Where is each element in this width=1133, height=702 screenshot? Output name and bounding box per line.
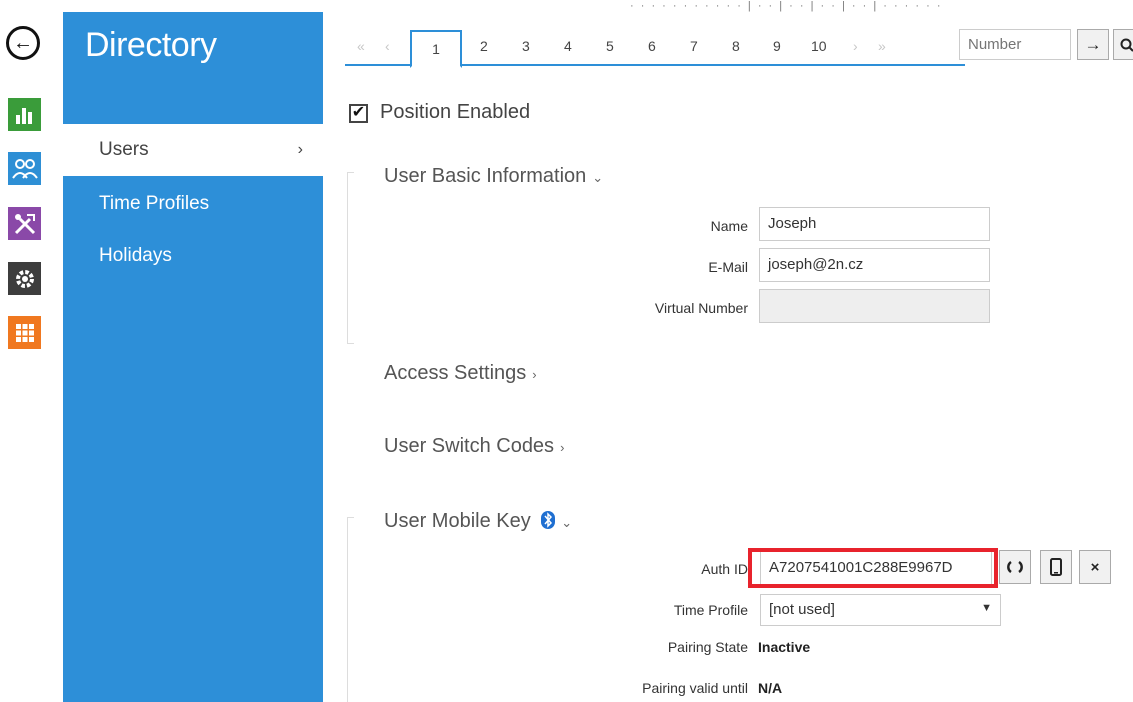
- page-button[interactable]: 6: [648, 38, 656, 54]
- virtual-number-field: [759, 289, 990, 323]
- users-icon[interactable]: [8, 152, 41, 185]
- pager: « ‹ 1 2 3 4 5 6 7 8 9 10 › »: [345, 26, 965, 68]
- sidebar-item-time-profiles[interactable]: Time Profiles: [63, 178, 323, 230]
- sidebar-title: Directory: [85, 26, 217, 64]
- header-clipped-text: · · · · · · · · · · · | · · | · · | · · …: [630, 0, 943, 12]
- name-field[interactable]: Joseph: [759, 207, 990, 241]
- next-page-button[interactable]: ›: [853, 38, 858, 54]
- clear-button[interactable]: ×: [1079, 550, 1111, 584]
- chevron-right-icon: ›: [532, 367, 537, 382]
- section-access-settings-header[interactable]: Access Settings ›: [384, 362, 537, 385]
- page-number-input[interactable]: [959, 29, 1071, 60]
- page-button[interactable]: 7: [690, 38, 698, 54]
- section-bracket: [347, 517, 354, 702]
- apps-grid-icon[interactable]: [8, 316, 41, 349]
- last-page-button[interactable]: »: [878, 38, 886, 54]
- page-button[interactable]: 3: [522, 38, 530, 54]
- chevron-right-icon: ›: [297, 141, 303, 158]
- app-rail: ←: [0, 0, 63, 702]
- name-label: Name: [710, 218, 748, 234]
- bluetooth-icon: [541, 511, 556, 529]
- page-button[interactable]: 10: [811, 38, 827, 54]
- page-button[interactable]: 8: [732, 38, 740, 54]
- section-mobile-key-header[interactable]: User Mobile Key ⌄: [384, 510, 572, 533]
- page-button[interactable]: 5: [606, 38, 614, 54]
- sidebar-item-label: Users: [99, 139, 149, 160]
- page-button[interactable]: 4: [564, 38, 572, 54]
- email-field[interactable]: joseph@2n.cz: [759, 248, 990, 282]
- section-title: User Mobile Key: [384, 510, 531, 532]
- page-button[interactable]: 9: [773, 38, 781, 54]
- auth-id-label: Auth ID: [701, 561, 748, 577]
- chevron-down-icon: ⌄: [592, 170, 604, 185]
- dashboard-icon[interactable]: [8, 98, 41, 131]
- email-label: E-Mail: [708, 259, 748, 275]
- search-icon: [1120, 38, 1133, 52]
- pairing-state-value: Inactive: [758, 639, 811, 655]
- chevron-right-icon: ›: [560, 440, 565, 455]
- go-arrow-button[interactable]: →: [1077, 29, 1109, 60]
- sidebar: Directory Users › Time Profiles Holidays: [63, 12, 323, 702]
- section-bracket: [347, 172, 354, 344]
- first-page-button[interactable]: «: [357, 38, 365, 54]
- position-enabled-label: Position Enabled: [380, 101, 531, 123]
- section-switch-codes-header[interactable]: User Switch Codes ›: [384, 435, 564, 458]
- sidebar-item-holidays[interactable]: Holidays: [63, 230, 323, 282]
- back-arrow-icon[interactable]: ←: [6, 26, 40, 60]
- time-profile-label: Time Profile: [673, 602, 748, 618]
- prev-page-button[interactable]: ‹: [385, 38, 390, 54]
- section-basic-info-header[interactable]: User Basic Information ⌄: [384, 165, 603, 188]
- pairing-valid-value: N/A: [758, 680, 783, 696]
- tools-icon[interactable]: [8, 207, 41, 240]
- sidebar-item-label: Time Profiles: [99, 193, 210, 214]
- highlight-box: [748, 548, 998, 588]
- pair-phone-button[interactable]: [1040, 550, 1072, 584]
- refresh-icon: [1007, 560, 1023, 574]
- virtual-number-label: Virtual Number: [654, 300, 748, 316]
- section-title: User Basic Information: [384, 165, 587, 187]
- page-button-active[interactable]: 1: [410, 30, 462, 68]
- time-profile-value: [not used]: [769, 601, 835, 618]
- section-title: Access Settings: [384, 362, 527, 384]
- search-button[interactable]: [1113, 29, 1133, 60]
- sidebar-item-users[interactable]: Users ›: [63, 124, 323, 176]
- time-profile-select[interactable]: [not used] ▼: [760, 594, 1001, 626]
- dropdown-arrow-icon: ▼: [981, 602, 992, 614]
- position-enabled-checkbox[interactable]: ✔: [349, 104, 368, 123]
- chevron-down-icon: ⌄: [561, 515, 573, 530]
- pairing-valid-label: Pairing valid until: [642, 680, 748, 696]
- regenerate-button[interactable]: [999, 550, 1031, 584]
- gear-icon[interactable]: [8, 262, 41, 295]
- pairing-state-label: Pairing State: [667, 639, 748, 655]
- sidebar-item-label: Holidays: [99, 245, 172, 266]
- page-button[interactable]: 2: [480, 38, 488, 54]
- phone-icon: [1050, 558, 1062, 576]
- section-title: User Switch Codes: [384, 435, 555, 457]
